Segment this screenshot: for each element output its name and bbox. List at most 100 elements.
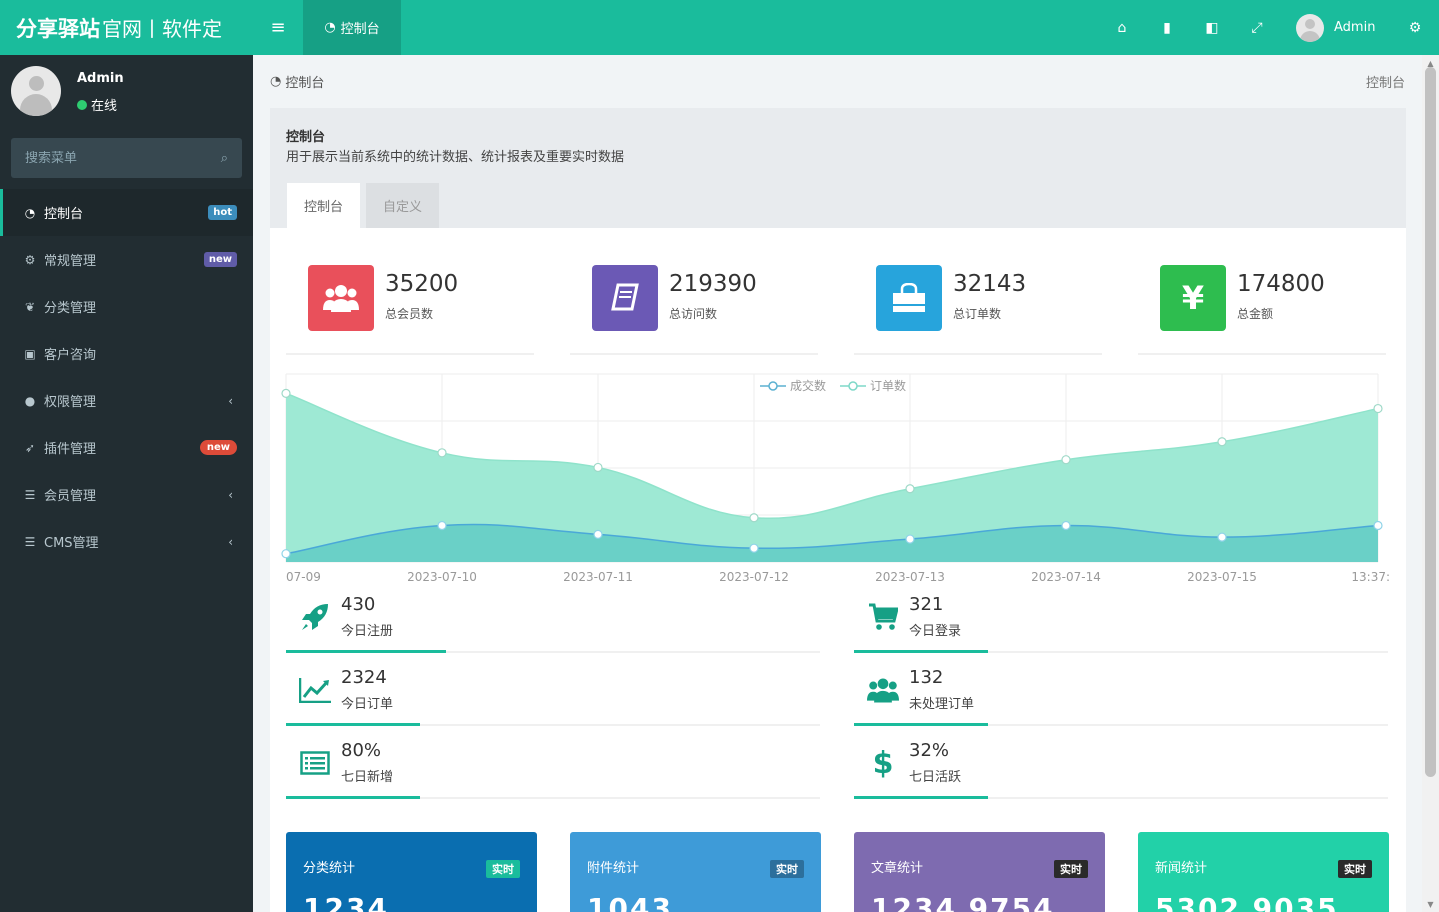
cogs-icon: ⚙ <box>24 252 36 267</box>
scroll-down-arrow-icon[interactable]: ▼ <box>1425 900 1436 910</box>
data-point <box>593 529 603 539</box>
stat-value: 219390 <box>669 271 757 297</box>
sidebar-item-label: 控制台 <box>44 207 84 222</box>
panel-body: 35200 总会员数 219390 总访问数 32143 总订单数 ¥ 1748… <box>270 228 1406 912</box>
home-icon[interactable]: ⌂ <box>1107 0 1137 55</box>
trash-icon[interactable]: ▮ <box>1152 0 1182 55</box>
dashboard-icon: ◔ <box>324 20 336 35</box>
scrollbar-thumb[interactable] <box>1425 67 1436 777</box>
x-tick-label: 2023-07-14 <box>1031 570 1101 584</box>
stat-label: 总订单数 <box>953 307 1002 321</box>
stat-label: 总访问数 <box>669 307 718 321</box>
kpi-progress-bar <box>286 723 420 726</box>
settings-icon[interactable]: ⚙ <box>1400 0 1430 55</box>
users-icon <box>866 673 900 707</box>
dollar-icon: $ <box>872 745 894 781</box>
sidebar-nav: ◔ 控制台 hot ⚙ 常规管理 new ❦ 分类管理 ▣ 客户咨询 ● 权限管… <box>0 189 253 565</box>
menu-icon: ≡ <box>270 17 286 38</box>
legend-line-icon <box>840 380 867 391</box>
card-article-stats: 文章统计 实时 1234 9754 <box>854 832 1105 912</box>
stat-value: 35200 <box>385 271 459 297</box>
search-icon[interactable]: ⌕ <box>221 151 228 166</box>
kpi-week-new: 80% 七日新增 <box>286 736 820 799</box>
sidebar-item-general[interactable]: ⚙ 常规管理 new <box>0 236 253 283</box>
user-name: Admin <box>1334 20 1376 35</box>
tab-dashboard[interactable]: ◔ 控制台 <box>303 0 401 55</box>
sidebar: Admin 在线 ⌕ ◔ 控制台 hot ⚙ 常规管理 new ❦ 分类管理 ▣… <box>0 55 253 912</box>
legend-item[interactable]: 订单数 <box>840 377 906 394</box>
user-menu[interactable]: Admin <box>1296 0 1375 55</box>
area-chart-icon <box>298 673 332 707</box>
data-point <box>437 448 447 458</box>
breadcrumb: ◔ 控制台 <box>270 72 324 91</box>
list-alt-icon <box>298 746 332 780</box>
tab-dashboard-panel[interactable]: 控制台 <box>287 183 361 228</box>
tab-dashboard-label: 控制台 <box>340 22 380 37</box>
kpi-pending-orders: 132 未处理订单 <box>854 663 1388 726</box>
yen-icon: ¥ <box>1160 265 1226 331</box>
data-point <box>281 549 291 559</box>
language-icon[interactable]: ◧ <box>1197 0 1227 55</box>
legend-item[interactable]: 成交数 <box>760 377 826 394</box>
kpi-value: 321 <box>909 594 944 615</box>
x-tick-label: 2023-07-12 <box>719 570 789 584</box>
data-point <box>1061 455 1071 465</box>
sidebar-item-label: 常规管理 <box>44 254 97 269</box>
sidebar-item-cms[interactable]: ☰ CMS管理 ‹ <box>0 518 253 565</box>
data-point <box>1373 403 1383 414</box>
x-tick-label: 2023-07-11 <box>563 570 633 584</box>
chevron-left-icon: ‹ <box>228 534 233 549</box>
fullscreen-icon[interactable]: ⤢ <box>1242 0 1272 55</box>
sidebar-item-member[interactable]: ☰ 会员管理 ‹ <box>0 471 253 518</box>
list-icon: ☰ <box>24 487 36 502</box>
card-title: 文章统计 <box>871 861 924 876</box>
sidebar-item-dashboard[interactable]: ◔ 控制台 hot <box>0 189 253 236</box>
search-input[interactable] <box>25 150 195 166</box>
sidebar-item-category[interactable]: ❦ 分类管理 <box>0 283 253 330</box>
tab-custom[interactable]: 自定义 <box>366 183 440 228</box>
kpi-today-orders: 2324 今日订单 <box>286 663 820 726</box>
book-icon <box>592 265 658 331</box>
kpi-progress-bar <box>854 723 988 726</box>
stat-amount: ¥ 174800 总金额 <box>1138 265 1386 355</box>
kpi-value: 80% <box>341 740 382 761</box>
chevron-left-icon: ‹ <box>228 393 233 408</box>
kpi-today-login: 321 今日登录 <box>854 590 1388 653</box>
search-box: ⌕ <box>11 138 242 178</box>
logo[interactable]: 分享驿站 官网丨软件定 <box>0 0 253 55</box>
x-tick-label: 07-09 <box>286 570 321 584</box>
card-title: 分类统计 <box>303 861 356 876</box>
sidebar-item-consult[interactable]: ▣ 客户咨询 <box>0 330 253 377</box>
user-panel: Admin 在线 <box>0 55 253 127</box>
hot-badge: hot <box>208 205 237 220</box>
sidebar-item-plugin[interactable]: ➶ 插件管理 new <box>0 424 253 471</box>
new-badge: new <box>199 440 237 455</box>
data-point <box>437 520 447 531</box>
kpi-week-active: $ 32% 七日活跃 <box>854 736 1388 799</box>
panel-heading: 控制台 用于展示当前系统中的统计数据、统计报表及重要实时数据 控制台 自定义 <box>270 108 1406 228</box>
card-value: 1234 <box>303 892 389 912</box>
stat-members: 35200 总会员数 <box>286 265 534 355</box>
x-tick-label: 2023-07-15 <box>1187 570 1257 584</box>
data-point <box>749 543 759 553</box>
stat-label: 总金额 <box>1237 307 1274 321</box>
breadcrumb-right[interactable]: 控制台 <box>1366 72 1405 91</box>
scrollbar[interactable]: ▲ ▼ <box>1422 55 1439 912</box>
kpi-label: 今日订单 <box>341 697 394 712</box>
users-icon <box>308 265 374 331</box>
data-point <box>749 513 759 523</box>
group-icon: ● <box>24 393 36 408</box>
realtime-badge: 实时 <box>770 860 804 878</box>
data-point <box>905 484 915 494</box>
avatar <box>1296 13 1324 42</box>
card-title: 新闻统计 <box>1155 861 1208 876</box>
data-point <box>593 462 603 473</box>
sidebar-item-auth[interactable]: ● 权限管理 ‹ <box>0 377 253 424</box>
cart-icon <box>866 600 900 634</box>
legend-line-icon <box>760 380 786 391</box>
data-point <box>1373 520 1383 531</box>
menu-toggle-button[interactable]: ≡ <box>253 0 303 55</box>
breadcrumb-current[interactable]: 控制台 <box>285 72 324 91</box>
kpi-progress-bar <box>854 650 988 653</box>
kpi-progress-bar <box>286 650 447 653</box>
